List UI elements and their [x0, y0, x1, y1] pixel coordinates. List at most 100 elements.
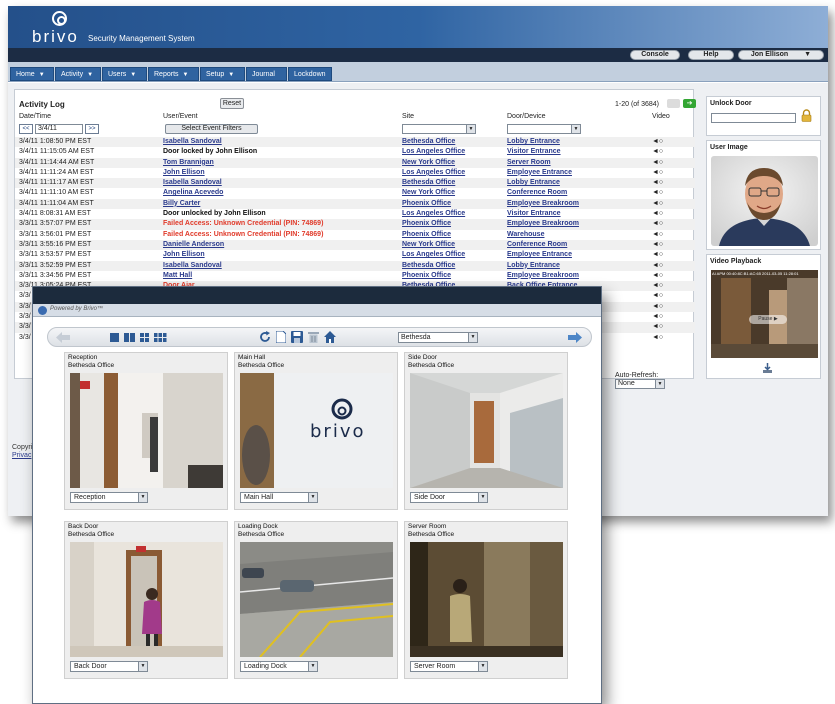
- home-icon[interactable]: [324, 331, 336, 343]
- row-user-event[interactable]: Isabella Sandoval: [163, 261, 222, 271]
- user-menu-button[interactable]: Jon Ellison ▼: [738, 50, 824, 60]
- row-site-link[interactable]: Phoenix Office: [402, 199, 451, 209]
- location-select[interactable]: Bethesda ▼: [398, 332, 478, 343]
- layout-six-icon[interactable]: [154, 333, 167, 342]
- trash-icon[interactable]: [308, 331, 319, 343]
- row-door-link[interactable]: Visitor Entrance: [507, 147, 561, 157]
- video-play-icon[interactable]: ◄○: [652, 137, 663, 147]
- row-user-event[interactable]: Isabella Sandoval: [163, 178, 222, 188]
- layout-two-icon[interactable]: [124, 333, 135, 342]
- video-play-icon[interactable]: ◄○: [652, 261, 663, 271]
- arrow-right-icon[interactable]: [568, 332, 582, 343]
- row-user-event[interactable]: Danielle Anderson: [163, 240, 224, 250]
- video-play-icon[interactable]: ◄○: [652, 219, 663, 229]
- help-button[interactable]: Help: [688, 50, 734, 60]
- video-play-pause-button[interactable]: Pause ▶: [749, 315, 787, 324]
- unlock-door-field[interactable]: [711, 113, 796, 123]
- video-play-icon[interactable]: ◄○: [652, 178, 663, 188]
- tab-activity[interactable]: Activity ▼: [55, 67, 101, 81]
- row-door-link[interactable]: Conference Room: [507, 188, 567, 198]
- video-play-icon[interactable]: ◄○: [652, 147, 663, 157]
- tab-users[interactable]: Users ▼: [102, 67, 147, 81]
- row-site-link[interactable]: New York Office: [402, 188, 455, 198]
- row-door-link[interactable]: Warehouse: [507, 230, 544, 240]
- row-site-link[interactable]: Los Angeles Office: [402, 168, 465, 178]
- tab-reports[interactable]: Reports ▼: [148, 67, 199, 81]
- row-door-link[interactable]: Lobby Entrance: [507, 178, 560, 188]
- camera-select-server-room[interactable]: Server Room ▼: [410, 661, 488, 672]
- row-site-link[interactable]: Los Angeles Office: [402, 209, 465, 219]
- row-door-link[interactable]: Employee Breakroom: [507, 219, 579, 229]
- row-user-event[interactable]: John Ellison: [163, 168, 205, 178]
- camera-feed-main-hall[interactable]: brivo: [240, 373, 393, 488]
- privacy-link[interactable]: Privac: [12, 452, 31, 459]
- camera-feed-server-room[interactable]: [410, 542, 563, 657]
- row-site-link[interactable]: Los Angeles Office: [402, 250, 465, 260]
- row-user-event[interactable]: Angelina Acevedo: [163, 188, 223, 198]
- camera-select-loading-dock[interactable]: Loading Dock ▼: [240, 661, 318, 672]
- row-site-link[interactable]: Phoenix Office: [402, 230, 451, 240]
- row-user-event[interactable]: Billy Carter: [163, 199, 200, 209]
- arrow-left-icon[interactable]: [56, 332, 70, 343]
- video-play-icon[interactable]: ◄○: [652, 158, 663, 168]
- camera-feed-back-door[interactable]: [70, 542, 223, 657]
- video-play-icon[interactable]: ◄○: [652, 322, 663, 332]
- lock-icon[interactable]: [800, 109, 813, 122]
- console-button[interactable]: Console: [630, 50, 680, 60]
- row-door-link[interactable]: Lobby Entrance: [507, 137, 560, 147]
- row-site-link[interactable]: Los Angeles Office: [402, 147, 465, 157]
- tab-lockdown[interactable]: Lockdown: [288, 67, 332, 81]
- row-door-link[interactable]: Lobby Entrance: [507, 261, 560, 271]
- auto-refresh-select[interactable]: None ▼: [615, 379, 665, 389]
- save-icon[interactable]: [291, 331, 303, 343]
- row-site-link[interactable]: New York Office: [402, 240, 455, 250]
- camera-select-main-hall[interactable]: Main Hall ▼: [240, 492, 318, 503]
- site-filter-select[interactable]: ▼: [402, 124, 476, 134]
- video-play-icon[interactable]: ◄○: [652, 230, 663, 240]
- video-play-icon[interactable]: ◄○: [652, 302, 663, 312]
- reset-button[interactable]: Reset: [220, 98, 244, 109]
- row-user-event[interactable]: John Ellison: [163, 250, 205, 260]
- camera-select-side-door[interactable]: Side Door ▼: [410, 492, 488, 503]
- camera-feed-reception[interactable]: [70, 373, 223, 488]
- row-user-event[interactable]: Matt Hall: [163, 271, 192, 281]
- layout-four-icon[interactable]: [140, 333, 149, 342]
- video-play-icon[interactable]: ◄○: [652, 199, 663, 209]
- layout-single-icon[interactable]: [110, 333, 119, 342]
- video-play-icon[interactable]: ◄○: [652, 333, 663, 343]
- row-door-link[interactable]: Visitor Entrance: [507, 209, 561, 219]
- refresh-icon[interactable]: [259, 331, 271, 343]
- download-icon[interactable]: [762, 363, 773, 374]
- video-play-icon[interactable]: ◄○: [652, 312, 663, 322]
- video-play-icon[interactable]: ◄○: [652, 240, 663, 250]
- tab-setup[interactable]: Setup ▼: [200, 67, 245, 81]
- row-door-link[interactable]: Server Room: [507, 158, 551, 168]
- row-door-link[interactable]: Employee Entrance: [507, 250, 572, 260]
- row-site-link[interactable]: Bethesda Office: [402, 178, 455, 188]
- video-play-icon[interactable]: ◄○: [652, 209, 663, 219]
- date-prev-button[interactable]: <<: [19, 124, 33, 134]
- video-play-icon[interactable]: ◄○: [652, 291, 663, 301]
- video-play-icon[interactable]: ◄○: [652, 281, 663, 291]
- camera-feed-loading-dock[interactable]: [240, 542, 393, 657]
- tab-journal[interactable]: Journal: [246, 67, 287, 81]
- row-site-link[interactable]: New York Office: [402, 158, 455, 168]
- video-play-icon[interactable]: ◄○: [652, 168, 663, 178]
- select-event-filters-button[interactable]: Select Event Filters: [165, 124, 258, 134]
- date-field[interactable]: 3/4/11: [35, 124, 83, 134]
- camera-select-reception[interactable]: Reception ▼: [70, 492, 148, 503]
- row-door-link[interactable]: Employee Entrance: [507, 168, 572, 178]
- tab-home[interactable]: Home ▼: [10, 67, 54, 81]
- prev-page-button[interactable]: [667, 99, 680, 108]
- row-door-link[interactable]: Conference Room: [507, 240, 567, 250]
- video-play-icon[interactable]: ◄○: [652, 271, 663, 281]
- row-site-link[interactable]: Phoenix Office: [402, 219, 451, 229]
- camera-select-back-door[interactable]: Back Door ▼: [70, 661, 148, 672]
- new-document-icon[interactable]: [276, 331, 286, 343]
- camera-feed-side-door[interactable]: [410, 373, 563, 488]
- next-page-button[interactable]: ➔: [683, 99, 696, 108]
- row-user-event[interactable]: Tom Brannigan: [163, 158, 214, 168]
- row-user-event[interactable]: Isabella Sandoval: [163, 137, 222, 147]
- video-playback-frame[interactable]: AI APM 00:40:8C:B1:AC:65 2011-03-05 11:2…: [711, 270, 818, 358]
- video-play-icon[interactable]: ◄○: [652, 250, 663, 260]
